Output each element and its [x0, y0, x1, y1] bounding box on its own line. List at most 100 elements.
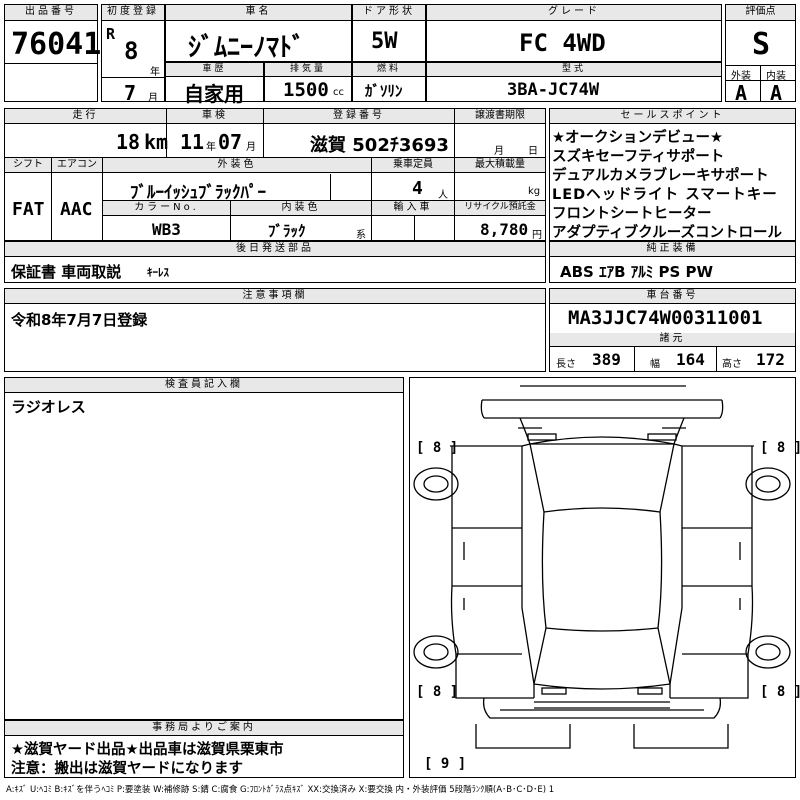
interior-score: A: [770, 81, 783, 105]
equipment-label: 純正装備: [550, 242, 795, 257]
legend-text: A:ｷｽﾞ U:ﾍｺﾐ B:ｷｽﾞを伴うﾍｺﾐ P:要塗装 W:補修跡 S:錆 …: [6, 785, 555, 795]
import-label: 輸入車: [372, 201, 454, 216]
rear-right-tire: [ 8 ]: [760, 684, 800, 700]
max-load-label: 最大積載量: [455, 158, 545, 173]
first-reg-year-unit: 年: [150, 67, 160, 78]
fuel-label: 燃料: [353, 63, 425, 77]
exterior-score: A: [735, 81, 748, 105]
door-label: ドア形状: [353, 5, 425, 21]
first-reg-month: 7: [124, 81, 137, 105]
later-parts-box: 後日発送部品 保証書 車両取説 ｷｰﾚｽ: [4, 241, 546, 283]
inspection-year: 11: [180, 130, 205, 154]
notes-value: 令和8年7月7日登録: [11, 311, 148, 329]
equipment-box: 純正装備 ABS ｴｱB ｱﾙﾐ PS PW: [549, 241, 796, 283]
car-name-box: 車名 ｼﾞﾑﾆｰﾉﾏﾄﾞ: [165, 4, 352, 63]
capacity-value: 4: [412, 178, 423, 199]
first-reg-label: 初度登録: [102, 5, 164, 21]
recycle-label: リサイクル預託金: [455, 201, 545, 216]
history-label: 車歴: [166, 63, 263, 77]
sales-points-box: セールスポイント ★オークションデビュー★ スズキセーフティサポート デュアルカ…: [549, 108, 796, 241]
color-no-label: カラーNo.: [103, 201, 230, 216]
capacity-unit: 人: [438, 190, 448, 201]
office-line2: 注意：搬出は滋賀ヤードになります: [11, 761, 243, 777]
mileage-unit: km: [144, 130, 169, 154]
sales-point-item: LEDヘッドライト スマートキー: [552, 187, 778, 203]
office-label: 事務局よりご案内: [5, 721, 403, 736]
shift-value: FAT: [12, 199, 45, 220]
sales-point-item: スズキセーフティサポート: [552, 149, 725, 165]
fuel-value: ｶﾞｿﾘﾝ: [365, 82, 403, 100]
later-parts-label: 後日発送部品: [5, 242, 545, 257]
score-box: 評価点 S 外装 内装 A A: [725, 4, 796, 105]
notes-box: 注意事項欄 令和8年7月7日登録: [4, 288, 546, 372]
rear-left-tire: [ 8 ]: [416, 684, 459, 700]
fuel-box: 燃料 ｶﾞｿﾘﾝ: [352, 62, 426, 102]
plate-value: 滋賀 502ﾁ3693: [310, 135, 449, 156]
transfer-label: 譲渡書期限: [455, 109, 545, 124]
first-reg-month-unit: 月: [148, 93, 158, 104]
model-box: 型式 3BA-JC74W: [426, 62, 722, 102]
grade-value: FC 4WD: [519, 29, 606, 57]
color-no-value: WB3: [152, 220, 181, 239]
door-box: ドア形状 5W: [352, 4, 426, 62]
lot-label: 出品番号: [5, 5, 97, 21]
capacity-label: 乗車定員: [372, 158, 454, 173]
car-name-label: 車名: [166, 5, 351, 21]
specs-label: 諸元: [550, 333, 795, 347]
int-color-unit: 系: [356, 230, 366, 241]
inspection-month-unit: 月: [246, 142, 256, 153]
chassis-box: 車台番号 MA3JJC74W00311001 諸元 長さ 389 幅 164 高…: [549, 288, 796, 372]
door-value: 5W: [371, 29, 398, 54]
inspector-value: ラジオレス: [11, 398, 86, 416]
later-parts-value: 保証書 車両取説: [11, 263, 122, 281]
sales-point-item: ★オークションデビュー★: [552, 130, 723, 146]
front-left-tire: [ 8 ]: [416, 440, 459, 456]
inspection-label: 車検: [167, 109, 263, 124]
aircon-label: エアコン: [52, 158, 102, 173]
later-parts-value2: ｷｰﾚｽ: [147, 266, 169, 279]
mileage-value: 18: [116, 130, 141, 154]
int-color-value: ﾌﾞﾗｯｸ: [268, 222, 306, 240]
notes-label: 注意事項欄: [5, 289, 545, 304]
first-reg-box: 初度登録 R 8 年 7 月: [101, 4, 165, 105]
sales-point-item: フロントシートヒーター: [552, 206, 712, 222]
history-value: 自家用: [184, 82, 244, 106]
front-right-tire: [ 8 ]: [760, 440, 800, 456]
equipment-value: ABS ｴｱB ｱﾙﾐ PS PW: [560, 263, 714, 281]
first-reg-era: R: [106, 25, 116, 43]
spare-tire: [ 9 ]: [424, 756, 467, 772]
int-color-label: 内装色: [231, 201, 371, 216]
length-label: 長さ: [556, 359, 576, 370]
car-diagram: [ 8 ] [ 8 ] [ 8 ] [ 8 ] [ 9 ]: [409, 377, 800, 778]
history-box: 車歴 自家用: [165, 62, 264, 106]
model-label: 型式: [427, 63, 721, 77]
grade-label: グレード: [427, 5, 721, 21]
chassis-value: MA3JJC74W00311001: [568, 307, 763, 329]
width-label: 幅: [650, 359, 660, 370]
office-box: 事務局よりご案内 ★滋賀ヤード出品★出品車は滋賀県栗東市 注意：搬出は滋賀ヤード…: [4, 720, 404, 778]
office-line1: ★滋賀ヤード出品★出品車は滋賀県栗東市: [11, 742, 284, 758]
score-label: 評価点: [726, 5, 795, 21]
chassis-label: 車台番号: [550, 289, 795, 304]
displacement-unit: cc: [333, 87, 344, 98]
inspector-label: 検査員記入欄: [5, 378, 403, 393]
aircon-value: AAC: [60, 199, 93, 220]
height-value: 172: [756, 350, 785, 369]
transfer-month-unit: 月: [494, 146, 504, 157]
ext-color-label: 外装色: [103, 158, 371, 173]
inspection-month: 07: [218, 130, 243, 154]
height-label: 高さ: [722, 359, 742, 370]
lot-number: 76041: [11, 27, 102, 62]
car-outline-icon: [413, 385, 791, 749]
displacement-value: 1500: [283, 79, 329, 101]
inspection-year-unit: 年: [206, 142, 216, 153]
mileage-label: 走行: [5, 109, 166, 124]
first-reg-year: 8: [124, 37, 139, 65]
score-value: S: [752, 27, 771, 62]
displacement-label: 排気量: [265, 63, 351, 77]
shift-label: シフト: [5, 158, 51, 173]
model-value: 3BA-JC74W: [507, 80, 600, 100]
width-value: 164: [676, 350, 705, 369]
grade-box: グレード FC 4WD: [426, 4, 722, 62]
sales-point-item: デュアルカメラブレーキサポート: [552, 168, 769, 184]
